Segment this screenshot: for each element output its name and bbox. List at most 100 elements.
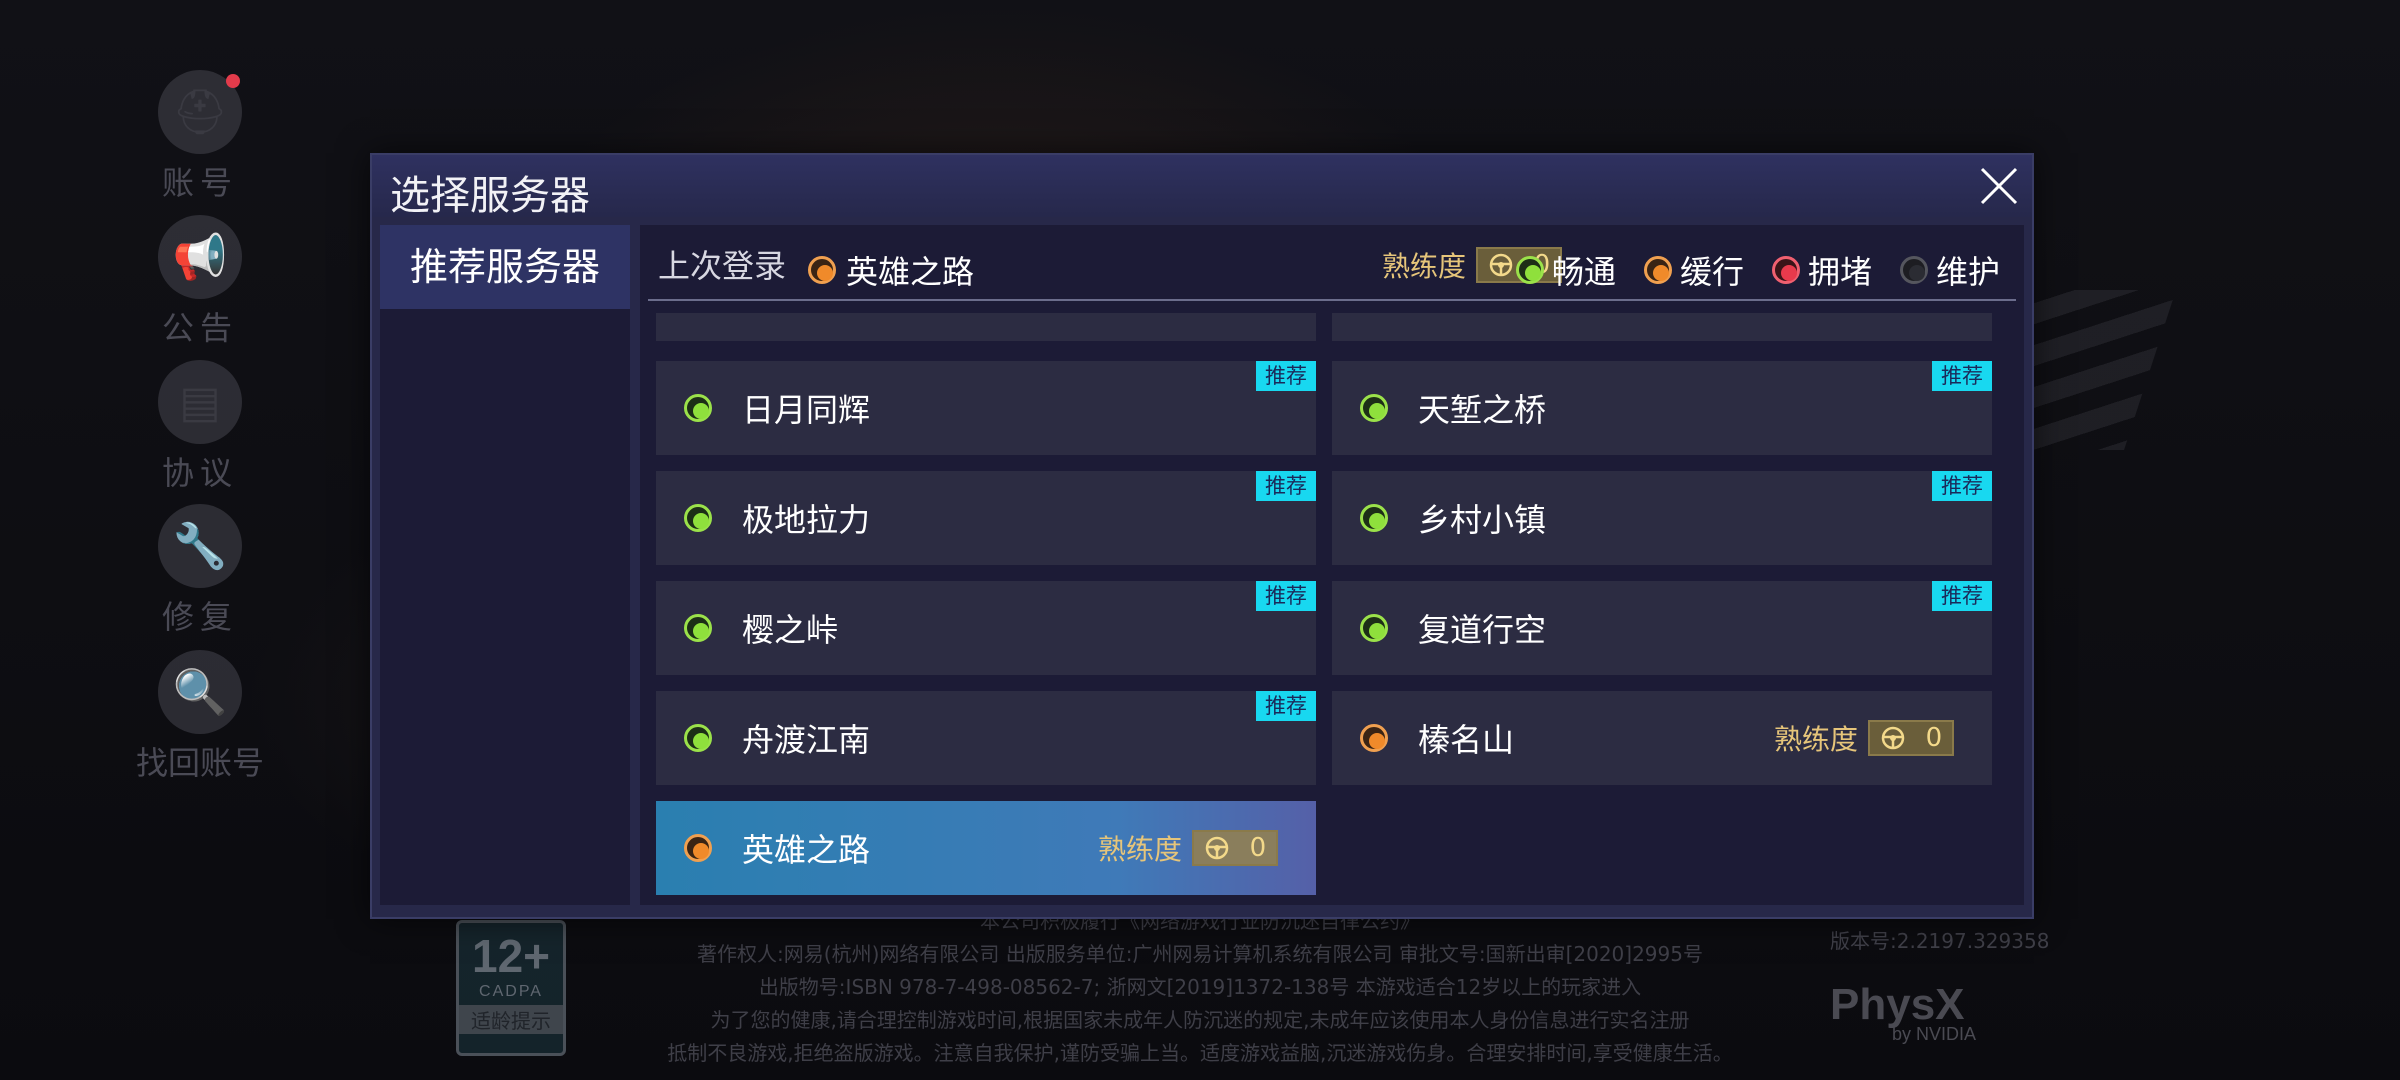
steering-wheel-icon xyxy=(1881,726,1905,750)
megaphone-icon: 📢 xyxy=(158,215,242,299)
close-button[interactable] xyxy=(1974,161,2024,211)
age-rating-org: CADPA xyxy=(479,983,543,1000)
legend-label: 维护 xyxy=(1935,253,2000,291)
server-card[interactable]: 极地拉力 推荐 xyxy=(656,471,1316,565)
age-rating: 12+ xyxy=(471,930,551,982)
wrench-icon: 🔧 xyxy=(158,504,242,588)
document-icon: ▤ xyxy=(158,360,242,444)
footer-line: 著作权人:网易(杭州)网络有限公司 出版服务单位:广州网易计算机系统有限公司 审… xyxy=(697,942,1703,966)
dialog-header: 选择服务器 xyxy=(372,155,2032,219)
server-panel: 上次登录 英雄之路 熟练度 0 畅通 缓行 xyxy=(640,225,2024,905)
recommended-tag: 推荐 xyxy=(1932,471,1992,501)
legend-busy: 缓行 xyxy=(1643,247,1744,293)
server-card[interactable]: 乡村小镇 推荐 xyxy=(1332,471,1992,565)
age-rating-badge[interactable]: 12+ CADPA 适龄提示 xyxy=(456,920,566,1056)
server-name: 日月同辉 xyxy=(742,391,871,429)
status-legend: 畅通 缓行 拥堵 维护 xyxy=(1515,247,2000,293)
status-smooth-icon xyxy=(684,504,712,532)
server-card[interactable]: 樱之峠 推荐 xyxy=(656,581,1316,675)
physx-text: PhysX xyxy=(1830,980,1965,1029)
search-helmet-icon: 🔍 xyxy=(158,650,242,734)
status-smooth-icon xyxy=(1360,394,1388,422)
helmet-icon: ⛑ xyxy=(158,70,242,154)
server-card[interactable]: 舟渡江南 推荐 xyxy=(656,691,1316,785)
tab-recommended-servers[interactable]: 推荐服务器 xyxy=(380,225,630,309)
menu-announcement[interactable]: 📢 公告 xyxy=(130,215,270,349)
menu-repair-label: 修复 xyxy=(161,598,238,636)
legal-footer: 本公司积极履行《网络游戏行业防沉迷自律公约》 著作权人:网易(杭州)网络有限公司… xyxy=(580,905,1820,1070)
physx-logo: PhysX by NVIDIA xyxy=(1830,980,1976,1045)
recommended-tag: 推荐 xyxy=(1256,691,1316,721)
recommended-tag: 推荐 xyxy=(1256,471,1316,501)
server-card-partial[interactable] xyxy=(1332,313,1992,341)
status-congested-icon xyxy=(1771,256,1800,284)
divider xyxy=(648,299,2016,301)
status-busy-icon xyxy=(684,834,712,862)
server-card-selected[interactable]: 英雄之路 熟练度 0 xyxy=(656,801,1316,895)
status-smooth-icon xyxy=(684,724,712,752)
physx-sub-text: by NVIDIA xyxy=(1892,1024,1977,1044)
server-card[interactable]: 天堑之桥 推荐 xyxy=(1332,361,1992,455)
steering-wheel-icon xyxy=(1489,253,1513,277)
recommended-tag: 推荐 xyxy=(1932,581,1992,611)
status-smooth-icon xyxy=(1360,614,1388,642)
recommended-tag: 推荐 xyxy=(1256,361,1316,391)
server-name: 舟渡江南 xyxy=(742,721,871,759)
server-name: 复道行空 xyxy=(1418,611,1547,649)
server-name: 樱之峠 xyxy=(742,611,839,649)
proficiency-box: 0 xyxy=(1192,830,1278,866)
status-bar: 上次登录 英雄之路 熟练度 0 畅通 缓行 xyxy=(640,225,2024,301)
menu-repair[interactable]: 🔧 修复 xyxy=(130,504,270,638)
status-smooth-icon xyxy=(684,614,712,642)
server-select-dialog: 选择服务器 推荐服务器 上次登录 英雄之路 熟练度 畅通 缓行 拥堵 维护 日月… xyxy=(370,153,2034,919)
status-busy-icon xyxy=(808,256,836,284)
footer-line: 为了您的健康,请合理控制游戏时间,根据国家未成年人防沉迷的规定,未成年应该使用本… xyxy=(710,1008,1690,1032)
server-name: 天堑之桥 xyxy=(1418,391,1547,429)
server-card[interactable]: 榛名山 熟练度 0 xyxy=(1332,691,1992,785)
legend-label: 拥堵 xyxy=(1807,253,1872,291)
status-busy-icon xyxy=(1643,256,1672,284)
last-login-server-name: 英雄之路 xyxy=(846,253,975,291)
legend-congested: 拥堵 xyxy=(1771,247,1872,293)
proficiency-label: 熟练度 xyxy=(1382,250,1467,283)
category-panel: 推荐服务器 xyxy=(380,225,630,905)
last-login-server[interactable]: 英雄之路 xyxy=(808,247,974,293)
age-rating-tip: 适龄提示 xyxy=(459,1005,563,1034)
server-card-partial[interactable] xyxy=(656,313,1316,341)
server-name: 榛名山 xyxy=(1418,721,1515,759)
server-name: 乡村小镇 xyxy=(1418,501,1547,539)
last-login-label: 上次登录 xyxy=(658,247,787,285)
status-smooth-icon xyxy=(1360,504,1388,532)
server-name: 英雄之路 xyxy=(742,831,871,869)
close-icon xyxy=(1980,167,2018,205)
server-card[interactable]: 日月同辉 推荐 xyxy=(656,361,1316,455)
proficiency-label: 熟练度 xyxy=(1773,723,1858,756)
proficiency-value: 0 xyxy=(1925,723,1943,753)
legend-label: 缓行 xyxy=(1679,253,1744,291)
proficiency-value: 0 xyxy=(1249,833,1267,863)
menu-announcement-label: 公告 xyxy=(161,309,238,347)
menu-agreement[interactable]: ▤ 协议 xyxy=(130,360,270,494)
steering-wheel-icon xyxy=(1205,836,1229,860)
menu-account-label: 账号 xyxy=(161,164,238,202)
menu-recover-account[interactable]: 🔍 找回账号 xyxy=(130,650,270,784)
legend-label: 畅通 xyxy=(1551,253,1616,291)
footer-line: 出版物号:ISBN 978-7-498-08562-7; 浙网文[2019]13… xyxy=(758,975,1642,999)
server-name: 极地拉力 xyxy=(742,501,871,539)
menu-recover-account-label: 找回账号 xyxy=(135,744,264,782)
legend-smooth: 畅通 xyxy=(1515,247,1616,293)
recommended-tag: 推荐 xyxy=(1932,361,1992,391)
recommended-tag: 推荐 xyxy=(1256,581,1316,611)
server-proficiency: 熟练度 0 xyxy=(1774,718,1954,758)
version-number: 版本号:2.2197.329358 xyxy=(1830,929,2050,953)
server-card[interactable]: 复道行空 推荐 xyxy=(1332,581,1992,675)
server-proficiency: 熟练度 0 xyxy=(1098,828,1278,868)
status-busy-icon xyxy=(1360,724,1388,752)
status-smooth-icon xyxy=(684,394,712,422)
proficiency-box: 0 xyxy=(1868,720,1954,756)
notification-dot xyxy=(226,74,240,88)
legend-maintenance: 维护 xyxy=(1899,247,2000,293)
menu-account[interactable]: ⛑ 账号 xyxy=(130,70,270,204)
footer-line: 抵制不良游戏,拒绝盗版游戏。注意自我保护,谨防受骗上当。适度游戏益脑,沉迷游戏伤… xyxy=(667,1041,1733,1065)
status-maintenance-icon xyxy=(1899,256,1928,284)
